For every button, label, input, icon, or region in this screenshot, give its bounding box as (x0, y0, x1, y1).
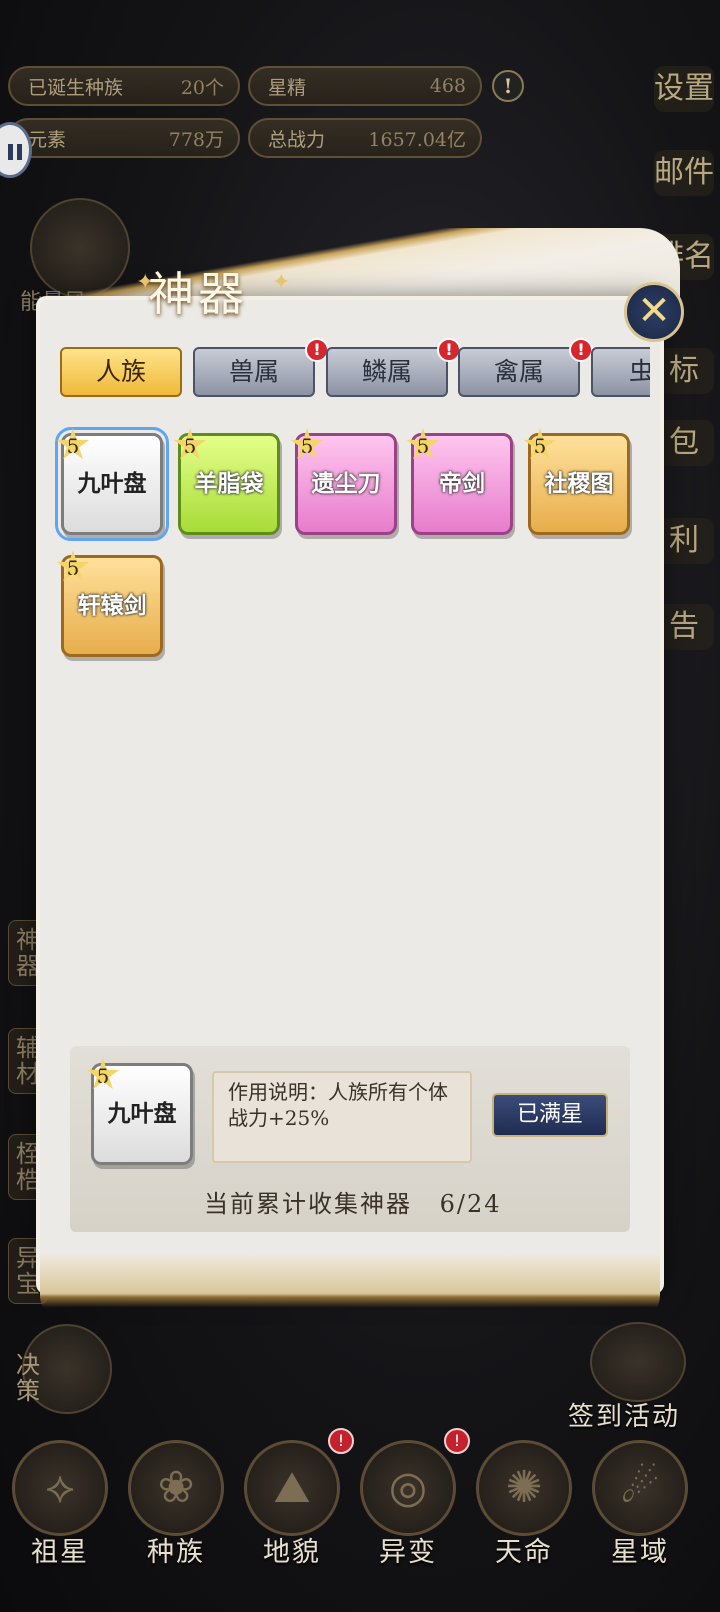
artifact-name: 帝剑 (439, 470, 485, 497)
close-button[interactable]: ✕ (624, 282, 684, 342)
collection-progress: 当前累计收集神器 6/24 (204, 1184, 502, 1219)
stat-element: 元素 778万 (8, 118, 240, 158)
stat-value: 20个 (180, 76, 224, 99)
left-menu-decision[interactable]: 决策 (8, 1346, 48, 1410)
nav-terrain[interactable]: ⛰ 地貌 (240, 1440, 344, 1590)
right-menu-item[interactable]: 包 (654, 420, 714, 466)
destiny-icon: ✺ (476, 1440, 572, 1536)
nav-label: 祖星 (31, 1537, 89, 1568)
info-alert-icon[interactable]: ! (492, 70, 524, 102)
panel-footer-decoration (40, 1255, 660, 1325)
panel-title: 神器 (148, 267, 248, 321)
artifact-card[interactable]: 5 社稷图 (523, 428, 630, 535)
artifact-name: 社稷图 (544, 470, 614, 497)
stat-label: 星精 (268, 76, 307, 99)
nav-mutation[interactable]: ◎ 异变 (356, 1440, 460, 1590)
left-menu-label: 辅材 (16, 1034, 40, 1088)
artifact-name: 遗尘刀 (311, 470, 381, 497)
stat-star-essence: 星精 468 (248, 66, 482, 106)
stat-label: 总战力 (268, 128, 326, 151)
settings-label: 设置 (654, 71, 714, 106)
sign-in-label[interactable]: 签到活动 (568, 1396, 680, 1433)
stat-total-power: 总战力 1657.04亿 (248, 118, 482, 158)
tab-label: 禽属 (493, 357, 544, 386)
artifact-card[interactable]: 5 帝剑 (406, 428, 513, 535)
nav-label: 星域 (611, 1537, 669, 1568)
artifact-name: 轩辕剑 (77, 592, 147, 619)
tab-insect-clip: 虫 (590, 340, 650, 404)
tab-human[interactable]: 人族 (60, 347, 182, 397)
left-menu-label: 桎梏 (16, 1140, 40, 1194)
stat-value: 1657.04亿 (368, 128, 466, 151)
right-menu-label: 标 (669, 353, 699, 388)
nav-label: 地貌 (263, 1537, 321, 1568)
mail-button[interactable]: 邮件 (654, 150, 714, 196)
collection-count: 6/24 (439, 1190, 502, 1218)
stat-races: 已诞生种族 20个 (8, 66, 240, 106)
nav-label: 天命 (495, 1537, 553, 1568)
selected-artifact-name: 九叶盘 (107, 1100, 177, 1127)
nav-ancestral-star[interactable]: ⟡ 祖星 (8, 1440, 112, 1590)
tab-scale[interactable]: 鳞属 (326, 347, 448, 397)
nav-star-domain[interactable]: ☄ 星域 (588, 1440, 692, 1590)
mutation-icon: ◎ (360, 1440, 456, 1536)
sign-in-icon[interactable] (590, 1322, 686, 1402)
nav-alert-badge: ! (444, 1428, 470, 1454)
selected-artifact-card: 5 九叶盘 (86, 1058, 193, 1165)
nav-race[interactable]: ❀ 种族 (124, 1440, 228, 1590)
nav-label: 异变 (379, 1537, 437, 1568)
stat-label: 元素 (28, 128, 67, 151)
nav-destiny[interactable]: ✺ 天命 (472, 1440, 576, 1590)
right-menu-item[interactable]: 利 (654, 518, 714, 564)
tab-label: 鳞属 (361, 357, 412, 386)
tab-insect[interactable]: 虫 (591, 347, 650, 397)
max-star-button[interactable]: 已满星 (492, 1093, 608, 1137)
tab-label: 人族 (95, 357, 146, 386)
artifact-card[interactable]: 5 遗尘刀 (290, 428, 397, 535)
collection-label: 当前累计收集神器 (204, 1190, 412, 1218)
artifact-description: 作用说明：人族所有个体战力+25% (212, 1071, 472, 1163)
tab-label: 虫 (629, 357, 650, 386)
right-menu-label: 告 (669, 609, 699, 644)
artifact-card[interactable]: 5 轩辕剑 (56, 550, 163, 657)
terrain-icon: ⛰ (244, 1440, 340, 1536)
artifact-name: 九叶盘 (77, 470, 147, 497)
right-menu-label: 利 (669, 523, 699, 558)
left-menu-label: 异宝 (16, 1244, 40, 1298)
ancestral-star-icon: ⟡ (12, 1440, 108, 1536)
settings-button[interactable]: 设置 (654, 66, 714, 112)
title-star-icon: ✦ (272, 270, 291, 295)
nav-alert-badge: ! (328, 1428, 354, 1454)
stat-label: 已诞生种族 (28, 76, 124, 99)
left-menu-label: 决策 (16, 1351, 40, 1405)
stat-value: 468 (429, 75, 466, 97)
race-icon: ❀ (128, 1440, 224, 1536)
artifact-card[interactable]: 5 羊脂袋 (173, 428, 280, 535)
artifact-card[interactable]: 5 九叶盘 (55, 427, 169, 541)
right-menu-label: 包 (669, 425, 699, 460)
left-menu-label: 神器 (16, 926, 40, 980)
stat-value: 778万 (168, 128, 224, 151)
tab-label: 兽属 (228, 357, 279, 386)
tab-beast[interactable]: 兽属 (193, 347, 315, 397)
star-domain-icon: ☄ (592, 1440, 688, 1536)
right-menu-item[interactable]: 告 (654, 604, 714, 650)
nav-label: 种族 (147, 1537, 205, 1568)
right-menu-item[interactable]: 标 (654, 348, 714, 394)
mail-label: 邮件 (654, 155, 714, 190)
tab-bird[interactable]: 禽属 (458, 347, 580, 397)
artifact-name: 羊脂袋 (194, 470, 264, 497)
